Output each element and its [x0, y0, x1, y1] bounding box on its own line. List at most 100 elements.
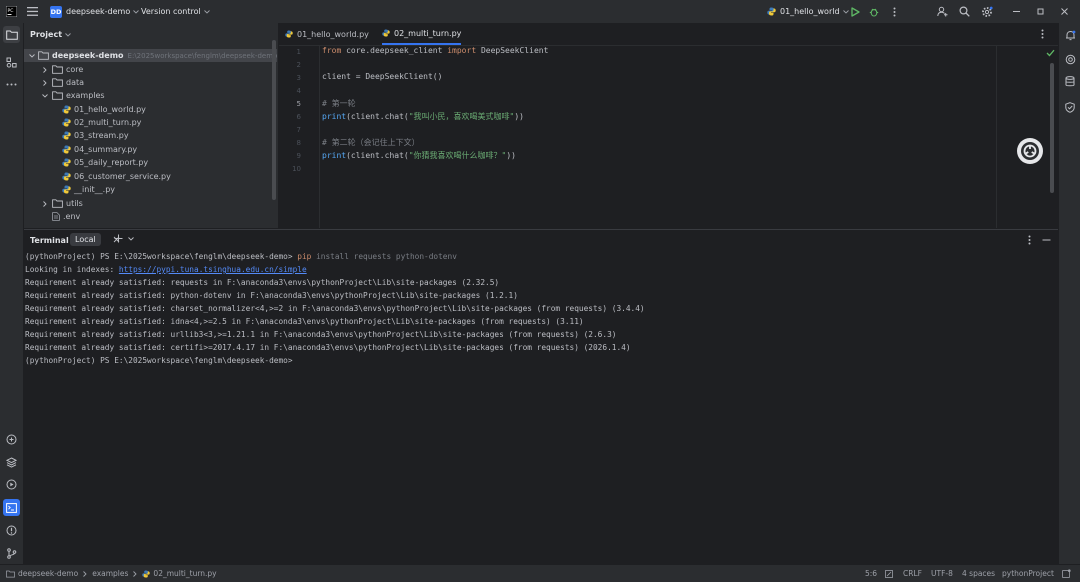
tree-item-data[interactable]: data — [41, 76, 84, 89]
database-icon — [1065, 75, 1075, 86]
tree-item-label: 01_hello_world.py — [74, 105, 146, 114]
run-config-selector[interactable]: 01_hello_world — [767, 0, 849, 23]
notifications-status[interactable] — [1062, 565, 1071, 582]
tab-01-hello-world[interactable]: 01_hello_world.py — [285, 23, 369, 45]
ai-assistant-floating-button[interactable] — [1017, 138, 1043, 164]
problems-tool-button[interactable] — [3, 522, 20, 539]
line-ending[interactable]: CRLF — [903, 565, 922, 582]
text-token: DeepSeekClient — [476, 46, 549, 55]
hamburger-menu-icon[interactable] — [27, 0, 38, 23]
svg-text:PC: PC — [8, 8, 14, 14]
editor-more-button[interactable] — [1041, 23, 1044, 45]
right-tool-strip — [1058, 23, 1080, 564]
breadcrumb-project[interactable]: deepseek-demo — [18, 569, 78, 578]
terminal-dropdown-button[interactable] — [128, 237, 134, 241]
tree-item-env[interactable]: .env — [52, 210, 80, 223]
run-tool-button[interactable] — [3, 476, 20, 493]
text-token: (client.chat( — [346, 112, 409, 121]
minimize-button[interactable] — [1012, 0, 1021, 23]
terminal-tool-button[interactable] — [3, 499, 20, 516]
version-control-label: Version control — [141, 7, 201, 16]
tree-item-04-summary[interactable]: 04_summary.py — [62, 143, 137, 156]
services-tool-button[interactable] — [3, 454, 20, 471]
run-circle-icon — [6, 479, 17, 490]
tab-02-multi-turn[interactable]: 02_multi_turn.py — [382, 23, 462, 45]
file-encoding[interactable]: UTF-8 — [931, 565, 953, 582]
chevron-down-icon — [29, 53, 35, 58]
settings-button[interactable] — [981, 0, 993, 23]
tree-item-label: core — [66, 65, 84, 74]
folder-icon — [52, 199, 63, 208]
tree-item-label: 05_daily_report.py — [74, 158, 149, 167]
project-name: deepseek-demo — [66, 7, 131, 16]
breadcrumb-file[interactable]: 02_multi_turn.py — [153, 569, 216, 578]
run-button[interactable] — [850, 0, 860, 23]
caret-position[interactable]: 5:6 — [865, 565, 877, 582]
no-problems-check-icon[interactable] — [1046, 49, 1055, 57]
terminal-line: Looking in indexes: https://pypi.tuna.ts… — [25, 265, 307, 274]
terminal-panel: Terminal Local (pythonProject) PS E:\202… — [24, 229, 1058, 565]
tree-item-05-daily-report[interactable]: 05_daily_report.py — [62, 156, 148, 169]
hide-panel-button[interactable] — [1042, 239, 1051, 241]
line-number: 3 — [296, 74, 301, 82]
tree-item-core[interactable]: core — [41, 63, 83, 76]
git-tool-button[interactable] — [3, 545, 20, 562]
tree-item-label: 03_stream.py — [74, 131, 129, 140]
tab-label: 01_hello_world.py — [297, 29, 369, 39]
more-tools-button[interactable] — [3, 76, 20, 93]
structure-tool-button[interactable] — [3, 54, 20, 71]
terminal-options-button[interactable] — [1028, 235, 1031, 245]
project-switcher[interactable]: DD deepseek-demo — [50, 0, 140, 23]
tree-item-label: 04_summary.py — [74, 145, 138, 154]
index-url-link[interactable]: https://pypi.tuna.tsinghua.edu.cn/simple — [119, 265, 307, 274]
python-file-icon — [62, 118, 71, 127]
tree-item-06-customer-service[interactable]: 06_customer_service.py — [62, 170, 171, 183]
tree-item-utils[interactable]: utils — [41, 197, 83, 210]
project-panel-title: Project — [30, 30, 63, 39]
git-branch-icon — [7, 548, 17, 559]
python-file-icon — [62, 105, 71, 114]
readonly-toggle[interactable] — [885, 565, 893, 582]
right-margin-guide — [996, 45, 997, 228]
python-interpreter[interactable]: pythonProject — [1002, 565, 1054, 582]
tree-item-01-hello-world[interactable]: 01_hello_world.py — [62, 103, 146, 116]
tab-label: 02_multi_turn.py — [394, 28, 462, 38]
project-tool-button[interactable] — [3, 26, 20, 43]
tree-item-02-multi-turn[interactable]: 02_multi_turn.py — [62, 116, 141, 129]
indent-setting[interactable]: 4 spaces — [962, 565, 995, 582]
project-panel-header[interactable]: Project — [30, 30, 71, 39]
code-line-9: print(client.chat("你猜我喜欢喝什么咖啡？")) — [322, 150, 516, 161]
text-token: )) — [514, 112, 524, 121]
debug-button[interactable] — [869, 0, 879, 23]
tree-item-03-stream[interactable]: 03_stream.py — [62, 129, 129, 142]
notifications-button[interactable] — [1062, 27, 1078, 43]
new-terminal-button[interactable] — [114, 234, 123, 243]
search-button[interactable] — [959, 0, 970, 23]
ai-assistant-button[interactable] — [1062, 51, 1078, 67]
code-line-1: from core.deepseek_client import DeepSee… — [322, 46, 548, 55]
add-user-button[interactable] — [937, 0, 948, 23]
security-tool-button[interactable] — [1062, 99, 1078, 115]
project-scrollbar[interactable] — [272, 40, 276, 200]
add-user-icon — [937, 6, 948, 17]
breadcrumb-folder[interactable]: examples — [92, 569, 128, 578]
code-line-5: # 第一轮 — [322, 99, 356, 108]
tree-root-deepseek-demo[interactable]: deepseek-demo E:\2025workspace\fenglm\de… — [24, 49, 277, 62]
line-number: 2 — [296, 61, 301, 69]
database-tool-button[interactable] — [1062, 73, 1078, 89]
maximize-button[interactable] — [1036, 0, 1045, 23]
run-config-label: 01_hello_world — [780, 7, 840, 16]
version-control-menu[interactable]: Version control — [141, 0, 210, 23]
line-number: 10 — [292, 165, 301, 173]
pycharm-logo-icon[interactable]: PC — [6, 0, 17, 23]
tree-item-init[interactable]: __init__.py — [62, 183, 115, 196]
more-actions-button[interactable] — [893, 0, 896, 23]
python-packages-button[interactable] — [3, 431, 20, 448]
terminal-tab-local[interactable]: Local — [70, 233, 101, 246]
editor-scrollbar[interactable] — [1050, 63, 1054, 193]
terminal-text: Looking in indexes: — [25, 265, 119, 274]
terminal-command-args: install requests python-dotenv — [311, 252, 457, 261]
tree-item-examples[interactable]: examples — [41, 89, 105, 102]
terminal-final-prompt: (pythonProject) PS E:\2025workspace\feng… — [25, 356, 293, 365]
close-button[interactable] — [1060, 0, 1069, 23]
